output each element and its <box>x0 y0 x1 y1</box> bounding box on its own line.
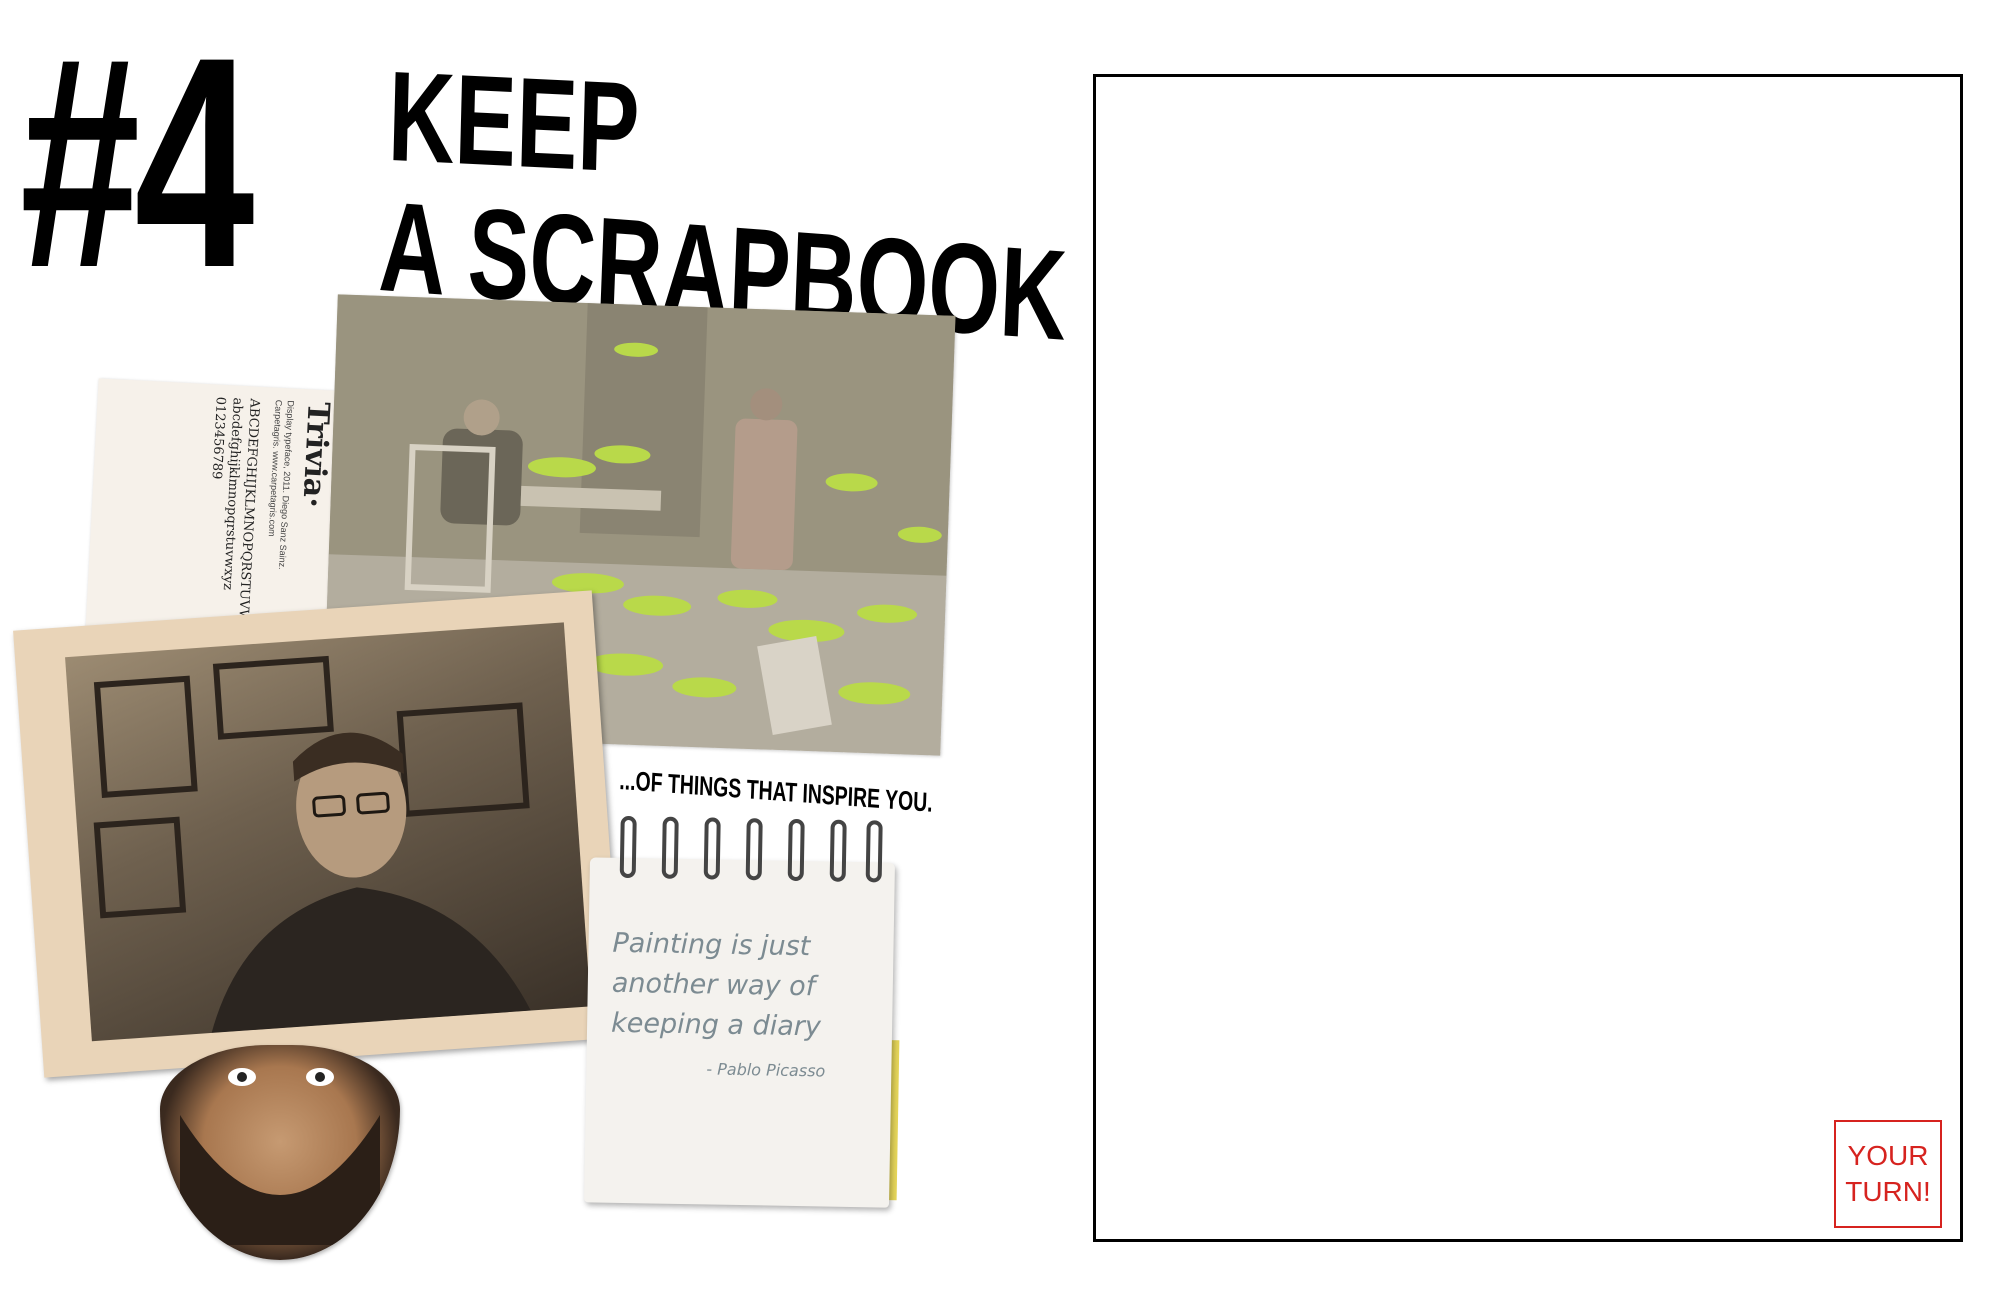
seated-man <box>440 428 523 526</box>
face-illustration <box>180 1068 380 1245</box>
badge-line-1: YOUR <box>1847 1140 1929 1171</box>
man-shirt <box>211 887 531 1033</box>
bearded-face-cutout <box>160 1045 400 1260</box>
quote-line-1: Painting is just <box>612 927 811 963</box>
specimen-body: ABCDEFGHIJKLMNOPQRSTUVWXYZ abcdefghijklm… <box>208 396 262 642</box>
spiral-notepad: Painting is just another way of keeping … <box>584 815 895 1208</box>
standing-woman <box>730 418 798 571</box>
page-title-line-1: KEEP <box>386 45 641 201</box>
spiral-ring <box>787 818 805 882</box>
pupil <box>315 1072 325 1082</box>
badge-line-2: TURN! <box>1845 1176 1931 1207</box>
quote-line-2: another way of <box>611 967 816 1003</box>
spiral-ring <box>745 818 763 881</box>
portrait-image <box>65 622 591 1042</box>
wall-frame <box>93 816 187 919</box>
spiral-ring <box>703 817 721 880</box>
wall-frame <box>93 675 198 798</box>
spiral-ring <box>865 820 883 883</box>
pupil <box>237 1072 247 1082</box>
quote-attribution: - Pablo Picasso <box>706 1059 826 1081</box>
portrait-photo <box>13 590 623 1078</box>
your-turn-frame <box>1093 74 1963 1242</box>
wall-frame <box>396 702 530 817</box>
scrapbook-caption: ...OF THINGS THAT INSPIRE YOU. <box>618 765 934 818</box>
beard <box>180 1115 380 1245</box>
spiral-ring <box>661 816 679 879</box>
quote-line-3: keeping a diary <box>610 1007 822 1043</box>
page-number: #4 <box>20 0 255 330</box>
your-turn-badge: YOUR TURN! <box>1834 1120 1942 1228</box>
type-specimen-card: Trivia· Display typeface, 2011. Diego Sa… <box>85 378 361 642</box>
spiral-ring <box>619 815 637 879</box>
portrait-illustration <box>93 655 531 1033</box>
spiral-ring <box>829 819 847 882</box>
wall-frame <box>212 655 334 740</box>
